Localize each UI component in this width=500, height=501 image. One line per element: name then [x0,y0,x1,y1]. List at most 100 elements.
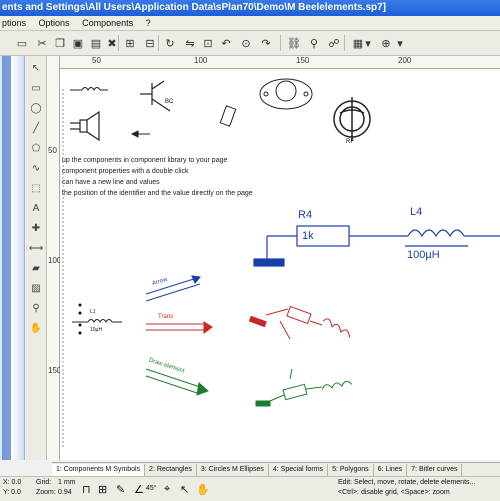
page-tabs: 1: Components M Symbols 2: Rectangles 3: C… [52,462,500,476]
horizontal-ruler: 50 100 150 200 [60,56,500,69]
angle-value: 45° [146,485,157,492]
menu-item-help[interactable]: ? [146,18,151,28]
text-icon[interactable]: A [28,200,44,216]
search-icon[interactable]: ⚲ [306,35,322,51]
help-note-1: up the components in component library t… [62,157,228,164]
transistor-label: BC [165,99,174,105]
pencil-icon[interactable]: ✎ [116,483,125,496]
window-title: ents and Settings\All Users\Application … [0,0,500,16]
image-icon[interactable]: ▨ [28,280,44,296]
dots-symbol [78,303,82,335]
transistor-symbol [140,80,171,112]
help-note-4: the position of the identifier and the v… [62,190,253,197]
ellipse-icon[interactable]: ◯ [28,100,44,116]
rectangle-icon[interactable]: ▭ [28,80,44,96]
ungroup-icon[interactable]: ⊟ [142,35,158,51]
grid-snap-icon[interactable]: ⊞ [98,483,107,496]
to3-symbol [259,78,313,110]
cursor-icon[interactable]: ⌖ [164,483,170,496]
zoom-icon[interactable]: ⚲ [28,300,44,316]
l4-value[interactable]: 100µH [407,249,440,261]
coil-small-2 [72,319,122,323]
tab-rectangles[interactable]: 2: Rectangles [145,464,197,476]
speaker-symbol [70,110,100,142]
menu-bar: ptions Options Components ? [0,16,500,31]
polygon-icon[interactable]: ⬠ [28,140,44,156]
green-arrow [145,368,209,396]
tab-bezier[interactable]: 7: Bitler curves [407,464,463,476]
page-setup-icon[interactable]: ▭ [14,35,30,51]
toolbar: ▭ ✂ ❐ ▣ ▤ ✖ ⊞ ⊟ ↻ ⇋ ⊡ ↶ ⊙ ↷ ⛓ ⚲ ☍ ▦ ▾ ⊕ … [0,31,500,56]
label-icon[interactable]: ▰ [28,260,44,276]
library-selection [2,56,11,460]
menu-item-ptions[interactable]: ptions [2,18,26,28]
tab-components[interactable]: 1: Components M Symbols [52,464,146,476]
canvas-drawing [62,78,500,449]
red-arrow [146,321,213,334]
undo-icon[interactable]: ↶ [218,35,234,51]
ruler-label: 50 [92,56,101,65]
ic-symbol [219,105,237,127]
rotate-icon[interactable]: ↻ [162,35,178,51]
ruler-label: 200 [398,56,412,65]
measure-icon[interactable]: ⟷ [28,240,44,256]
l4-name[interactable]: L4 [410,206,422,218]
arrow-symbol [130,130,150,138]
redo-icon[interactable]: ↷ [258,35,274,51]
help-note-2: component properties with a double click [62,168,189,175]
r4-name[interactable]: R4 [298,209,312,221]
chevron-down-icon[interactable]: ▾ [396,35,404,51]
menu-item-components[interactable]: Components [82,18,133,28]
ruler-label: 150 [296,56,310,65]
menu-item-options[interactable]: Options [39,18,70,28]
magnet-icon[interactable]: ⊓ [82,483,91,496]
zoom-label: Zoom: [36,489,56,496]
status-hint-1: Edit: Select, move, rotate, delete eleme… [338,479,476,486]
ruler-label: 100 [194,56,208,65]
paste-icon[interactable]: ▣ [70,35,86,51]
mirror-icon[interactable]: ⇋ [182,35,198,51]
bezier-icon[interactable]: ∿ [28,160,44,176]
clipboard-icon[interactable]: ▤ [88,35,104,51]
group-icon[interactable]: ⊞ [122,35,138,51]
zoom-in-icon[interactable]: ⊕ [378,35,394,51]
library-panel[interactable] [0,56,25,460]
grid-value: 1 mm [58,479,76,486]
drawing-canvas[interactable]: BC RF L1 10µH up the components in compo… [60,69,500,460]
coord-x: X: 0.0 [3,479,22,486]
line-icon[interactable]: ╱ [28,120,44,136]
tab-lines[interactable]: 6: Lines [374,464,408,476]
vertical-tools: ↖ ▭ ◯ ╱ ⬠ ∿ ⬚ A ✚ ⟷ ▰ ▨ ⚲ ✋ [26,56,47,460]
junction-icon[interactable]: ✚ [28,220,44,236]
node-icon[interactable]: ⬚ [28,180,44,196]
align-icon[interactable]: ⊡ [200,35,216,51]
zoom-value: 0.94 [58,489,72,496]
ruler-label: 50 [48,146,57,155]
status-bar: X: 0.0 Y: 0.0 Grid: 1 mm Zoom: 0.94 ⊓ ⊞ … [0,476,500,501]
tab-special-forms[interactable]: 4: Special forms [269,464,329,476]
tab-circles[interactable]: 3: Circles M Ellipses [197,464,269,476]
red-arrow-text[interactable]: Trans [158,314,173,320]
connect-icon[interactable]: ⛓ [286,35,302,51]
help-note-3: can have a new line and values [62,179,160,186]
pointer-mode-icon[interactable]: ↖ [180,483,189,496]
red-circuit [248,305,351,340]
scissors-icon[interactable]: ✂ [34,35,50,51]
copy-icon[interactable]: ❐ [52,35,68,51]
coil-label: L1 [90,309,96,315]
snap-icon[interactable]: ⊙ [238,35,254,51]
r4-value[interactable]: 1k [302,230,314,242]
coord-y: Y: 0.0 [3,489,21,496]
pointer-icon[interactable]: ↖ [28,60,44,76]
vertical-ruler: 50 100 150 [47,56,61,460]
angle-icon[interactable]: ∠ [134,483,144,496]
tube-symbol [333,97,371,141]
hand-icon[interactable]: ✋ [28,320,44,336]
chevron-down-icon[interactable]: ▾ [364,35,372,51]
binoculars-icon[interactable]: ☍ [326,35,342,51]
tab-polygons[interactable]: 5: Polygons [328,464,374,476]
coil-symbol [70,87,108,91]
pan-icon[interactable]: ✋ [196,483,210,496]
tube-label: RF [346,139,354,145]
green-circuit [255,368,353,407]
